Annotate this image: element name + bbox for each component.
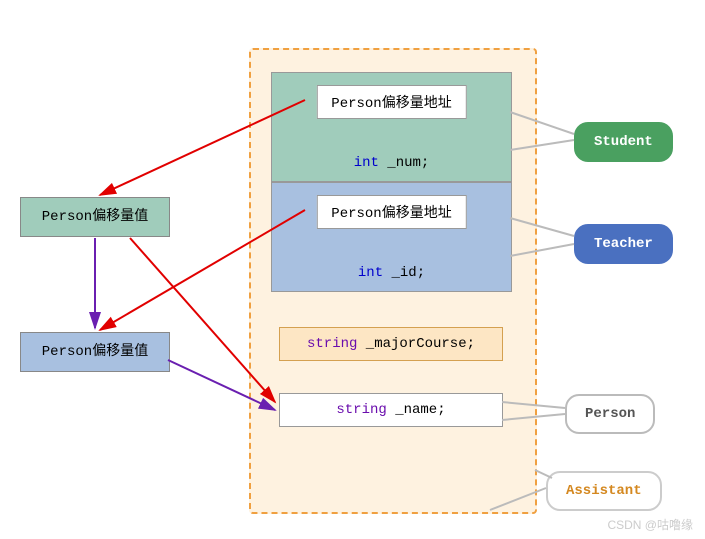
member-name: _majorCourse;: [366, 336, 475, 352]
type-keyword: string: [336, 402, 395, 418]
offset-value-green: Person偏移量值: [20, 197, 170, 237]
person-name-member: string _name;: [279, 393, 503, 427]
member-name: _num;: [387, 155, 429, 171]
student-offset-addr-label: Person偏移量地址: [316, 85, 466, 119]
type-keyword: int: [354, 155, 388, 171]
student-member: int _num;: [272, 155, 511, 171]
offset-value-blue: Person偏移量值: [20, 332, 170, 372]
assistant-callout: Assistant: [546, 471, 662, 511]
member-name: _id;: [392, 265, 426, 281]
type-keyword: int: [358, 265, 392, 281]
person-callout: Person: [565, 394, 655, 434]
member-name: _name;: [395, 402, 445, 418]
student-callout: Student: [574, 122, 673, 162]
teacher-block: Person偏移量地址 int _id;: [271, 182, 512, 292]
major-course-member: string _majorCourse;: [279, 327, 503, 361]
type-keyword: string: [307, 336, 366, 352]
teacher-callout: Teacher: [574, 224, 673, 264]
student-block: Person偏移量地址 int _num;: [271, 72, 512, 182]
teacher-member: int _id;: [272, 265, 511, 281]
teacher-offset-addr-label: Person偏移量地址: [316, 195, 466, 229]
watermark: CSDN @咕噜缘: [607, 516, 693, 533]
